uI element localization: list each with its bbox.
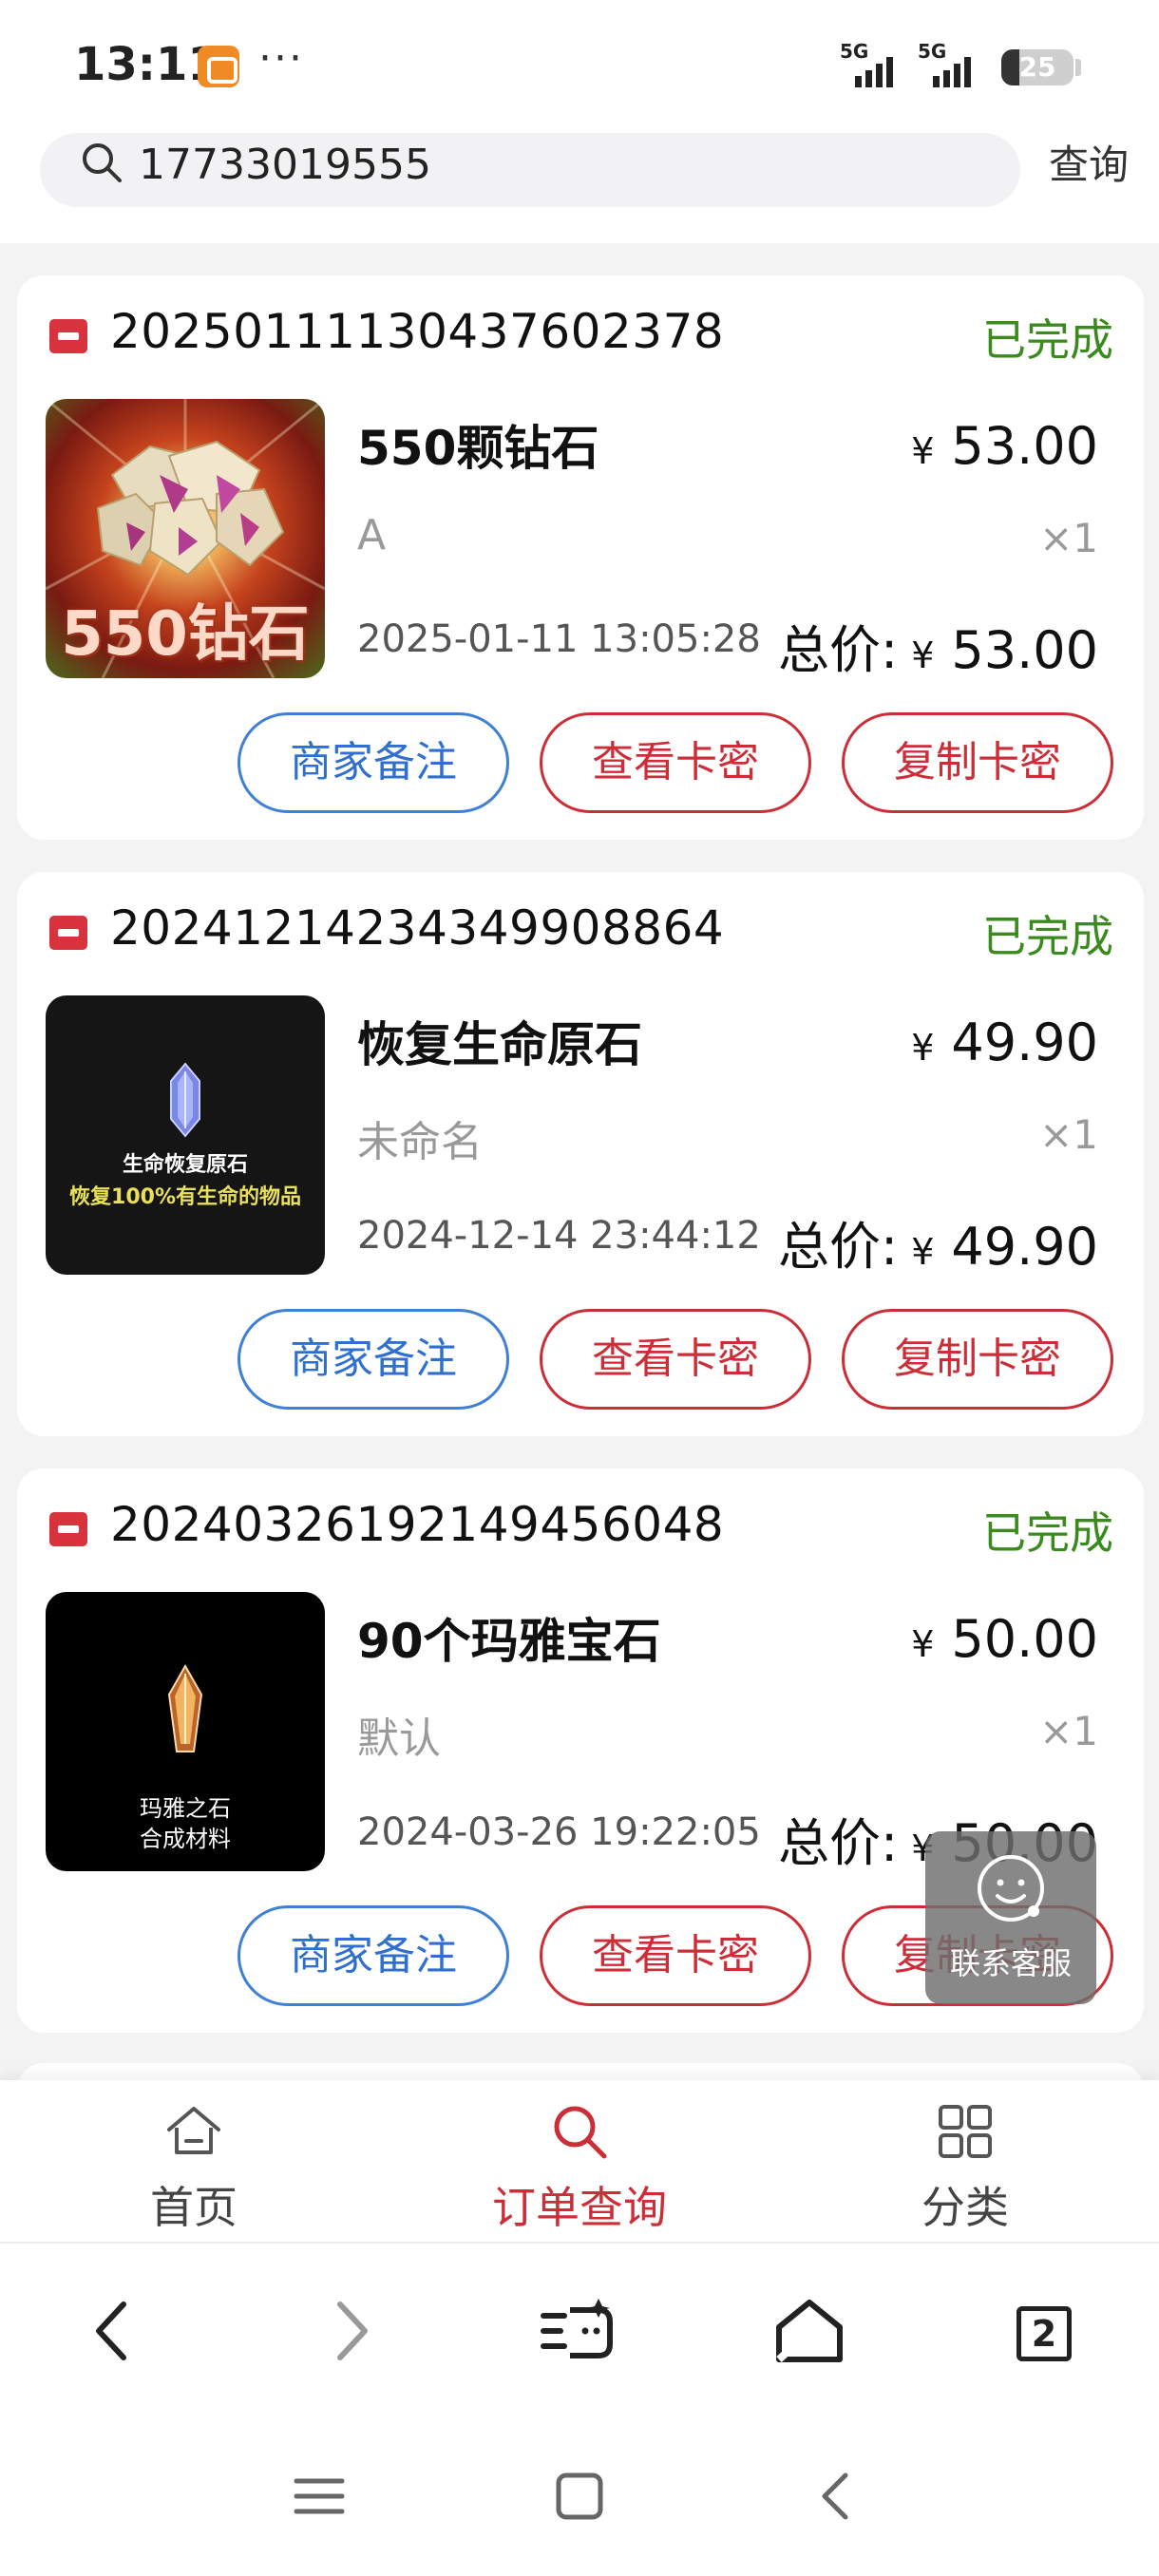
order-shop-icon [49, 319, 87, 353]
product-image[interactable]: 玛雅之石 合成材料 [46, 1592, 325, 1871]
product-image[interactable]: 550钻石 [46, 399, 325, 678]
contact-service-button[interactable]: 联系客服 [925, 1831, 1096, 2004]
tab-order-query[interactable]: 订单查询 [466, 2101, 694, 2234]
product-quantity: ×1 [1039, 1111, 1098, 1158]
tabs-count-button[interactable]: 2 [1016, 2306, 1072, 2361]
home-icon[interactable] [771, 2293, 847, 2369]
product-spec: 默认 [357, 1714, 441, 1763]
order-number: 20250111130437602378 [110, 304, 725, 359]
product-spec: A [357, 511, 387, 559]
smiley-icon [978, 1855, 1044, 1922]
app-notification-icon [198, 46, 239, 87]
tab-category[interactable]: 分类 [851, 2101, 1079, 2234]
browser-ai-icon[interactable] [540, 2293, 616, 2369]
grid-icon [939, 2105, 992, 2158]
status-bar: 13:11 ··· 5G 5G 25 [0, 0, 1159, 133]
order-status: 已完成 [982, 1507, 1113, 1559]
order-card: 20250111130437602378 已完成 550钻石 550颗钻石 ¥5… [17, 275, 1144, 840]
view-card-button[interactable]: 查看卡密 [540, 1309, 811, 1410]
recent-apps-icon[interactable] [551, 2468, 608, 2525]
product-quantity: ×1 [1039, 515, 1098, 561]
search-icon [83, 143, 122, 182]
order-time: 2024-12-14 23:44:12 [357, 1214, 761, 1258]
product-name[interactable]: 90个玛雅宝石 [357, 1603, 661, 1672]
order-total: 总价: ¥49.90 [778, 1217, 1098, 1277]
search-bar: 17733019555 查询 [0, 133, 1159, 243]
product-image-caption-1: 生命恢复原石 [122, 1153, 248, 1177]
home-icon [167, 2107, 220, 2154]
order-status: 已完成 [982, 314, 1113, 366]
order-time: 2024-03-26 19:22:05 [357, 1810, 761, 1854]
merchant-note-button[interactable]: 商家备注 [238, 1309, 509, 1410]
system-nav-bar [0, 2422, 1159, 2576]
menu-icon[interactable] [291, 2468, 348, 2525]
order-card: 20241214234349908864 已完成 生命恢复原石 恢复100%有生… [17, 872, 1144, 1436]
order-number: 20241214234349908864 [110, 900, 725, 956]
tab-category-label: 分类 [922, 2182, 1009, 2233]
forward-icon[interactable] [314, 2293, 390, 2369]
search-button[interactable]: 查询 [1049, 133, 1129, 191]
more-notifications-icon: ··· [258, 34, 304, 83]
order-time: 2025-01-11 13:05:28 [357, 617, 761, 661]
merchant-note-button[interactable]: 商家备注 [238, 712, 509, 813]
copy-card-button[interactable]: 复制卡密 [842, 712, 1113, 813]
view-card-button[interactable]: 查看卡密 [540, 1905, 811, 2006]
merchant-note-button[interactable]: 商家备注 [238, 1905, 509, 2006]
product-price: ¥50.00 [911, 1609, 1098, 1669]
search-input[interactable]: 17733019555 [40, 133, 1020, 207]
order-shop-icon [49, 1512, 87, 1546]
order-status: 已完成 [982, 911, 1113, 962]
order-shop-icon [49, 916, 87, 950]
battery-level: 25 [1018, 51, 1056, 83]
product-price: ¥49.90 [911, 1013, 1098, 1072]
product-quantity: ×1 [1039, 1708, 1098, 1754]
product-image-caption-2: 合成材料 [140, 1826, 231, 1852]
product-name[interactable]: 550颗钻石 [357, 410, 598, 479]
battery-icon: 25 [1001, 49, 1074, 85]
view-card-button[interactable]: 查看卡密 [540, 712, 811, 813]
signal-5g-icon-1: 5G [840, 40, 906, 87]
product-image-caption: 550钻石 [61, 599, 310, 670]
copy-card-button[interactable]: 复制卡密 [842, 1309, 1113, 1410]
product-name[interactable]: 恢复生命原石 [357, 1007, 642, 1075]
tab-order-query-label: 订单查询 [492, 2182, 667, 2233]
product-spec: 未命名 [357, 1118, 483, 1166]
tab-home[interactable]: 首页 [80, 2101, 308, 2234]
product-image-caption-2: 恢复100%有生命的物品 [69, 1185, 301, 1209]
search-value: 17733019555 [139, 141, 431, 189]
tab-home-label: 首页 [150, 2182, 238, 2233]
system-back-icon[interactable] [808, 2468, 864, 2525]
back-icon[interactable] [74, 2293, 150, 2369]
order-total: 总价: ¥53.00 [778, 620, 1098, 680]
product-price: ¥53.00 [911, 416, 1098, 476]
order-number: 20240326192149456048 [110, 1497, 725, 1552]
search-icon [554, 2106, 607, 2159]
browser-toolbar [0, 2242, 1159, 2422]
bottom-tab-nav: 首页 订单查询 分类 [0, 2080, 1159, 2242]
signal-5g-icon-2: 5G [918, 40, 984, 87]
product-image[interactable]: 生命恢复原石 恢复100%有生命的物品 [46, 995, 325, 1275]
contact-service-label: 联系客服 [949, 1945, 1072, 1981]
product-image-caption-1: 玛雅之石 [140, 1795, 231, 1822]
